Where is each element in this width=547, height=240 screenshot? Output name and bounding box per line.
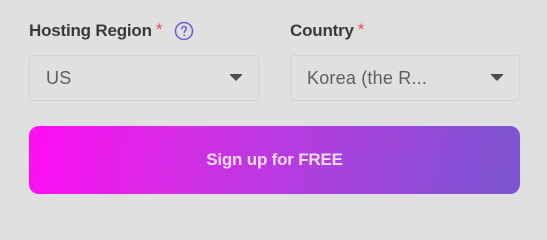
hosting-region-label: Hosting Region (29, 21, 152, 40)
country-label: Country (290, 21, 354, 40)
hosting-region-label-row: Hosting Region * (29, 20, 194, 42)
hosting-region-value: US (46, 68, 72, 88)
chevron-down-icon (490, 74, 504, 81)
signup-button[interactable]: Sign up for FREE (29, 126, 520, 194)
chevron-down-icon (229, 74, 243, 81)
required-asterisk: * (357, 20, 365, 39)
hosting-region-select[interactable]: US (29, 55, 259, 101)
question-circle-icon[interactable] (174, 21, 194, 41)
required-asterisk: * (155, 20, 163, 39)
country-label-row: Country * (290, 20, 364, 42)
country-select[interactable]: Korea (the R... (290, 55, 520, 101)
country-value: Korea (the R... (307, 68, 428, 88)
